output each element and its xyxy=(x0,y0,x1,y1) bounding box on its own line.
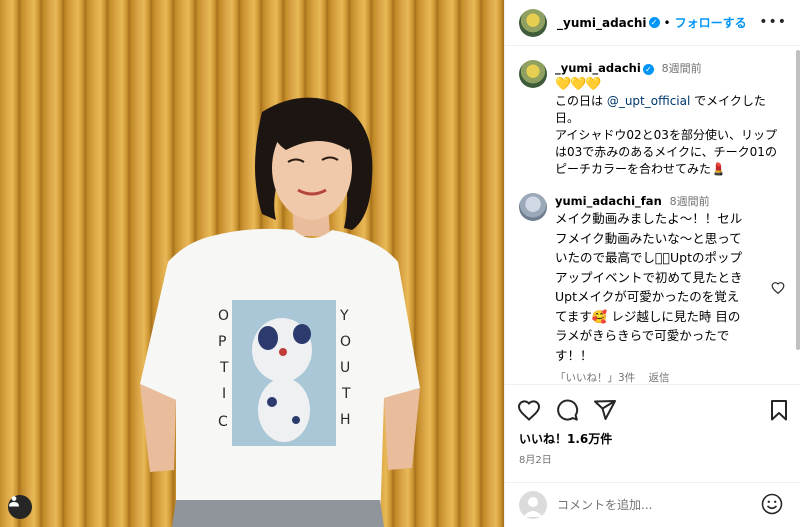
caption-line1-pre: この日は xyxy=(555,94,607,108)
action-bar: いいね！1.6万件 8月2日 xyxy=(505,384,800,482)
svg-text:I: I xyxy=(222,386,226,402)
post-header: _yumi_adachi ✓ • フォローする ••• xyxy=(505,0,800,46)
verified-badge-icon: ✓ xyxy=(642,64,654,75)
comment-composer xyxy=(505,482,800,527)
mention-link[interactable]: @_upt_official xyxy=(607,94,691,108)
default-avatar-icon xyxy=(523,497,543,517)
reply-button[interactable]: 返信 xyxy=(649,372,670,384)
separator-dot: • xyxy=(663,15,671,30)
author-avatar[interactable] xyxy=(519,8,547,37)
comments-list[interactable]: _yumi_adachi ✓ 8週間前 💛💛💛 この日は @_upt_offici… xyxy=(505,47,800,384)
comment-input[interactable] xyxy=(557,495,747,515)
more-options-button[interactable]: ••• xyxy=(759,14,787,30)
svg-text:U: U xyxy=(340,360,350,376)
comment-like-heart-icon[interactable] xyxy=(771,281,785,294)
svg-text:T: T xyxy=(219,360,229,376)
comment-icon[interactable] xyxy=(555,399,579,421)
caption-line2: アイシャドウ02と03を部分使い、リップは03で赤みのあるメイクに、チーク01の… xyxy=(555,128,777,176)
likes-count[interactable]: いいね！1.6万件 xyxy=(519,430,612,447)
share-icon[interactable] xyxy=(593,399,617,421)
caption: _yumi_adachi ✓ 8週間前 💛💛💛 この日は @_upt_offici… xyxy=(519,60,781,178)
svg-text:Y: Y xyxy=(339,308,349,324)
caption-text: この日は @_upt_official でメイクした日。 xyxy=(555,93,781,127)
verified-badge-icon: ✓ xyxy=(648,17,660,28)
commenter-username[interactable]: yumi_adachi_fan xyxy=(555,194,662,208)
current-user-avatar xyxy=(519,491,547,519)
comment-likes-count[interactable]: 「いいね！」3件 xyxy=(555,372,635,384)
post-photo[interactable]: O P T I C Y O U T H xyxy=(0,0,504,527)
comment-item: yumi_adachi_fan 8週間前 メイク動画みましたよ〜！！セルフメイク… xyxy=(519,193,785,384)
instagram-post-modal: O P T I C Y O U T H _yumi_adachi ✓ • フォロ… xyxy=(0,0,800,527)
emoji-icon[interactable] xyxy=(761,493,783,515)
heart-icon[interactable] xyxy=(517,399,541,421)
commenter-avatar[interactable] xyxy=(519,193,547,221)
caption-author-username[interactable]: _yumi_adachi xyxy=(555,61,641,75)
caption-hearts: 💛💛💛 xyxy=(555,77,602,92)
svg-text:T: T xyxy=(341,386,351,402)
svg-text:H: H xyxy=(340,412,351,428)
comment-time[interactable]: 8週間前 xyxy=(670,195,710,208)
comments-scrollbar[interactable] xyxy=(795,48,800,384)
comment-text: メイク動画みましたよ〜！！セルフメイク動画みたいな〜と思っていたので最高でした🏻… xyxy=(555,211,743,363)
svg-text:O: O xyxy=(340,334,351,350)
photo-illustration: O P T I C Y O U T H xyxy=(140,97,420,527)
author-username[interactable]: _yumi_adachi xyxy=(557,16,647,30)
bookmark-icon[interactable] xyxy=(769,399,789,421)
caption-author-avatar[interactable] xyxy=(519,60,547,88)
post-side-panel: _yumi_adachi ✓ • フォローする ••• _yumi_adachi… xyxy=(504,0,800,527)
user-tag-icon xyxy=(9,496,19,507)
post-date[interactable]: 8月2日 xyxy=(519,451,552,466)
scrollbar-thumb[interactable] xyxy=(796,50,800,350)
caption-time[interactable]: 8週間前 xyxy=(662,62,702,75)
svg-text:O: O xyxy=(218,308,229,324)
svg-text:P: P xyxy=(218,334,226,350)
user-tag-button[interactable] xyxy=(8,495,32,519)
follow-button[interactable]: フォローする xyxy=(675,14,747,31)
svg-text:C: C xyxy=(218,414,228,430)
